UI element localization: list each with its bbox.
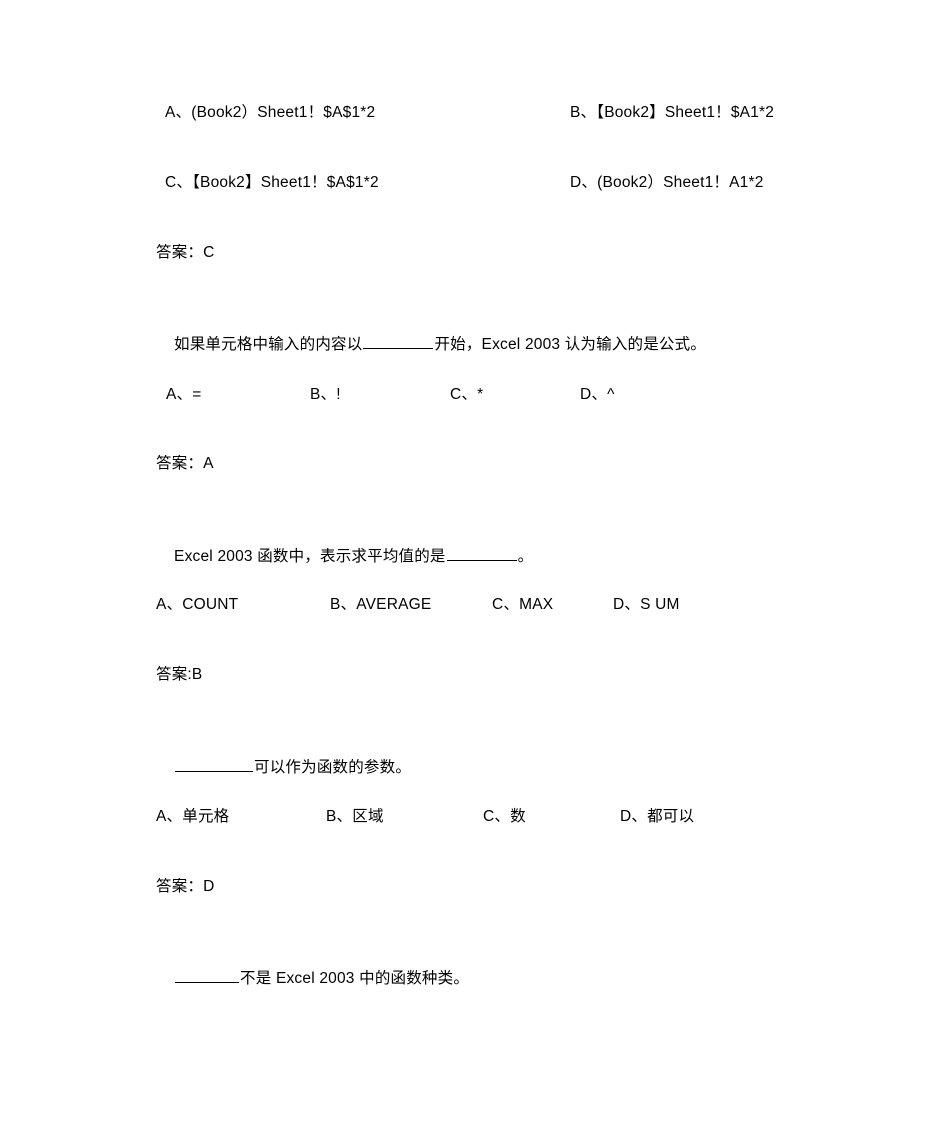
q2-stem-after-blank: 开始，Excel 2003 认为输入的是公式。 bbox=[434, 336, 707, 353]
q2-option-b: B、! bbox=[310, 386, 341, 403]
q1-option-a: A、(Book2）Sheet1！$A$1*2 bbox=[165, 104, 376, 121]
q5-fill-blank bbox=[175, 967, 240, 983]
q5-stem: 不是 Excel 2003 中的函数种类。 bbox=[156, 947, 469, 1009]
q1-option-d: D、(Book2）Sheet1！A1*2 bbox=[570, 174, 764, 191]
q4-fill-blank bbox=[175, 756, 254, 772]
q1-option-b: B、【Book2】Sheet1！$A1*2 bbox=[570, 104, 775, 121]
document-page: A、(Book2）Sheet1！$A$1*2 B、【Book2】Sheet1！$… bbox=[0, 0, 945, 1123]
q3-option-c: C、MAX bbox=[492, 596, 554, 613]
q3-option-a: A、COUNT bbox=[156, 596, 239, 613]
q1-option-c: C、【Book2】Sheet1！$A$1*2 bbox=[165, 174, 379, 191]
q4-option-d: D、都可以 bbox=[620, 808, 695, 825]
q2-option-d: D、^ bbox=[580, 386, 615, 403]
q3-option-b: B、AVERAGE bbox=[330, 596, 432, 613]
q3-stem-after-blank: 。 bbox=[517, 548, 534, 565]
q4-stem: 可以作为函数的参数。 bbox=[156, 736, 411, 798]
q2-option-a: A、= bbox=[166, 386, 202, 403]
q3-answer: 答案:B bbox=[156, 666, 203, 683]
q2-answer: 答案：A bbox=[156, 455, 214, 472]
q4-answer: 答案：D bbox=[156, 878, 215, 895]
q1-answer: 答案：C bbox=[156, 244, 215, 261]
q4-stem-after-blank: 可以作为函数的参数。 bbox=[254, 759, 412, 776]
q2-stem-before-blank: 如果单元格中输入的内容以 bbox=[174, 336, 363, 353]
q2-stem: 如果单元格中输入的内容以 开始，Excel 2003 认为输入的是公式。 bbox=[156, 313, 706, 375]
q3-stem: Excel 2003 函数中，表示求平均值的是 。 bbox=[156, 525, 533, 587]
q3-fill-blank bbox=[446, 545, 517, 561]
q5-stem-after-blank: 不是 Excel 2003 中的函数种类。 bbox=[240, 970, 470, 987]
q2-option-c: C、* bbox=[450, 386, 484, 403]
q4-option-a: A、单元格 bbox=[156, 808, 230, 825]
q2-fill-blank bbox=[363, 333, 434, 349]
q4-option-b: B、区域 bbox=[326, 808, 384, 825]
q4-option-c: C、数 bbox=[483, 808, 526, 825]
q3-stem-before-blank: Excel 2003 函数中，表示求平均值的是 bbox=[174, 548, 446, 565]
q3-option-d: D、S UM bbox=[613, 596, 680, 613]
